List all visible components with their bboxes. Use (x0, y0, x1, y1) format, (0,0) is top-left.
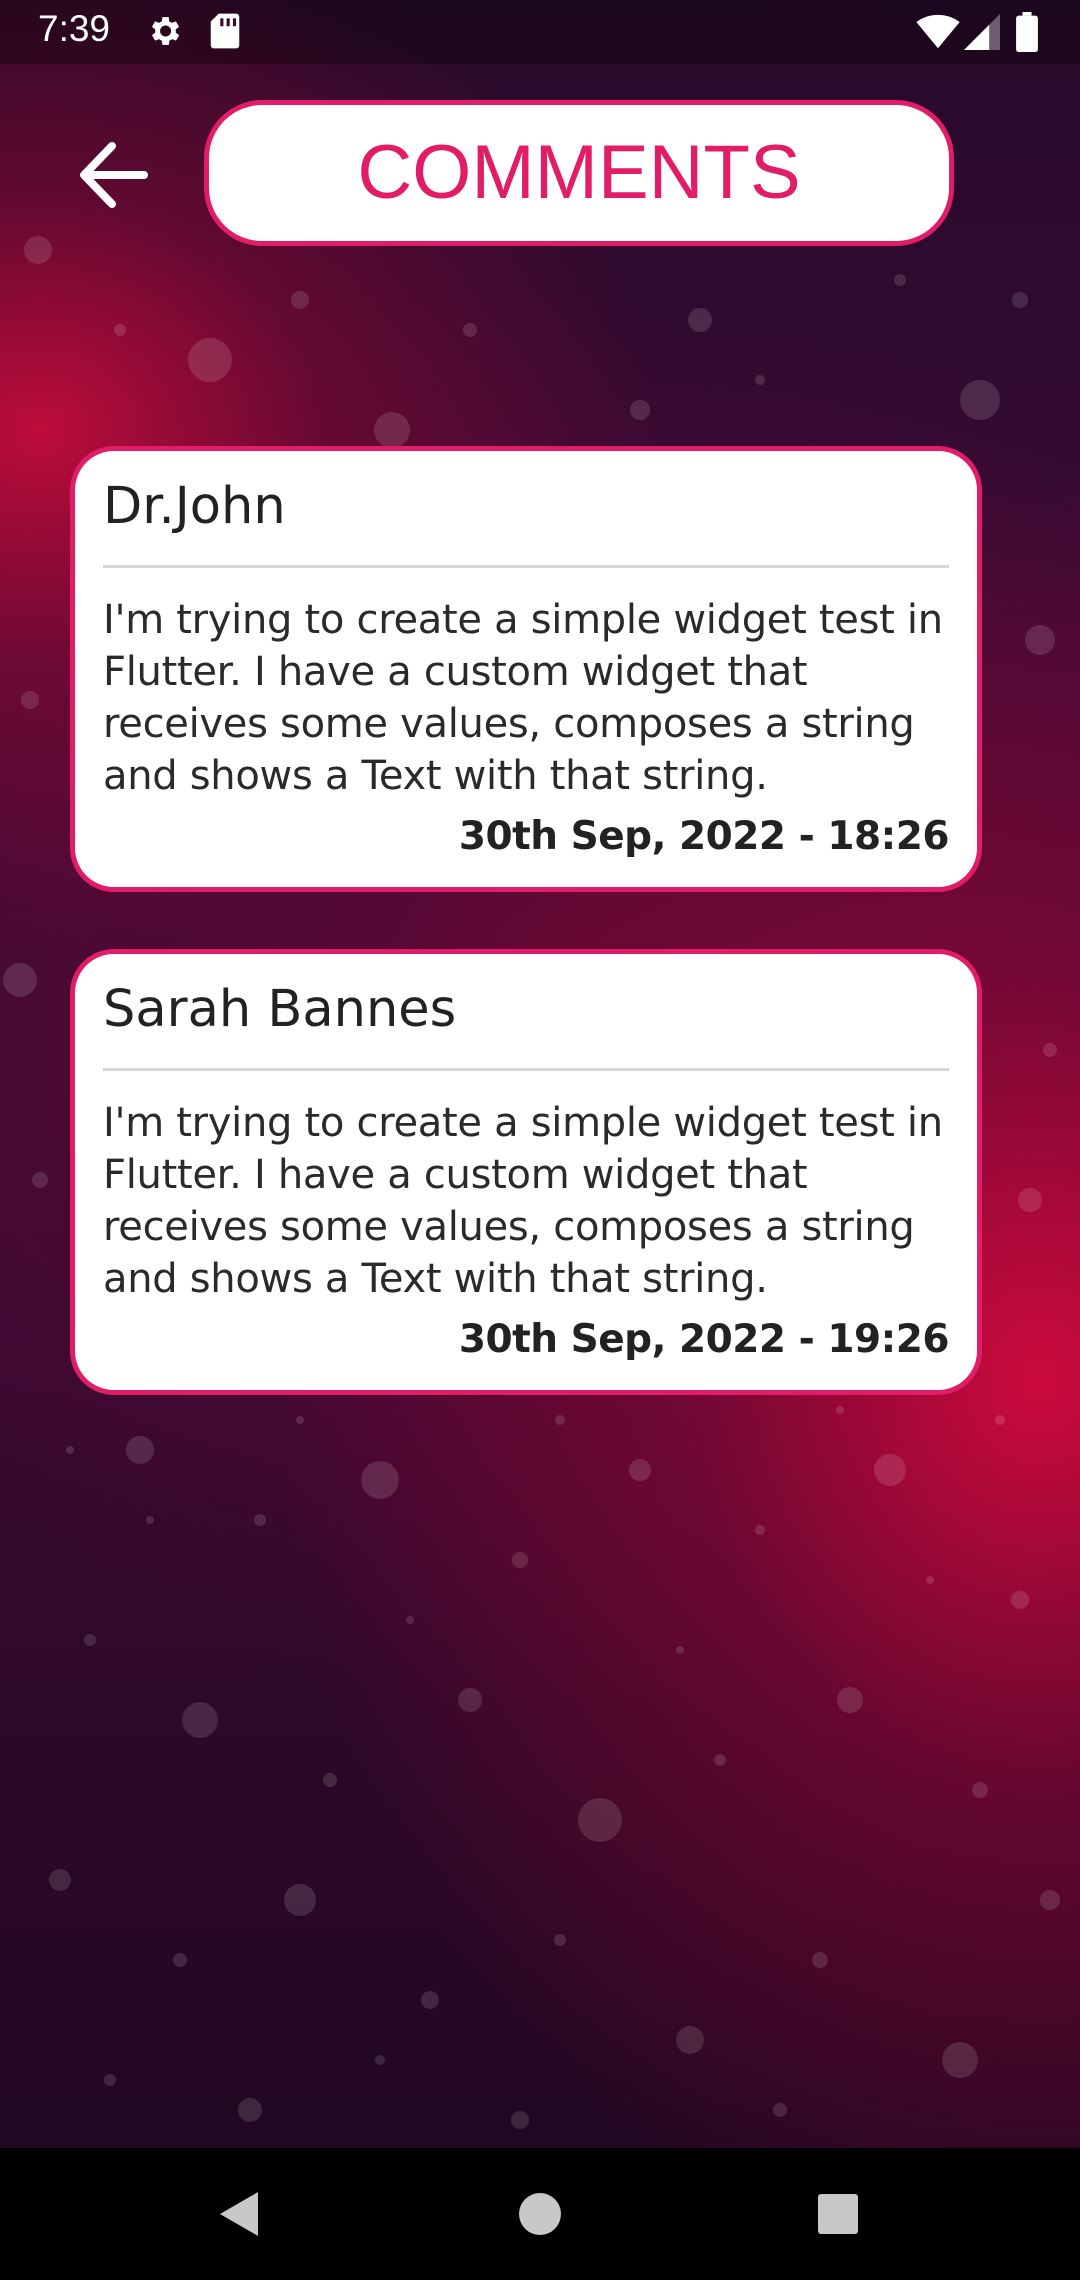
comment-card: Sarah Bannes I'm trying to create a simp… (70, 949, 982, 1395)
comment-divider (103, 1068, 949, 1071)
comment-card: Dr.John I'm trying to create a simple wi… (70, 446, 982, 892)
arrow-left-icon (80, 142, 148, 208)
signal-icon (964, 14, 1000, 54)
comment-date: 30th Sep, 2022 - 19:26 (458, 1317, 950, 1362)
sd-card-icon (208, 12, 242, 54)
nav-back-button[interactable] (200, 2174, 280, 2254)
comment-text: I'm trying to create a simple widget tes… (103, 1100, 943, 1302)
status-bar: 7:39 (0, 0, 1080, 64)
page-title: COMMENTS (357, 130, 801, 215)
status-time: 7:39 (38, 8, 111, 49)
comment-author: Sarah Bannes (103, 980, 457, 1039)
battery-icon (1016, 12, 1038, 56)
nav-recents-icon (818, 2194, 858, 2234)
comment-text: I'm trying to create a simple widget tes… (103, 597, 943, 799)
back-button[interactable] (72, 136, 156, 214)
comments-screen: 7:39 COMMENTS Dr.John I'm trying to crea… (0, 0, 1080, 2280)
nav-home-icon (519, 2193, 561, 2235)
wifi-icon (916, 14, 960, 54)
settings-gear-icon (145, 12, 183, 54)
page-title-pill: COMMENTS (204, 100, 954, 246)
comment-divider (103, 565, 949, 568)
system-navigation-bar (0, 2148, 1080, 2280)
nav-home-button[interactable] (500, 2174, 580, 2254)
nav-back-icon (220, 2192, 258, 2236)
nav-recents-button[interactable] (798, 2174, 878, 2254)
comment-date: 30th Sep, 2022 - 18:26 (458, 814, 950, 859)
comment-author: Dr.John (103, 477, 286, 536)
